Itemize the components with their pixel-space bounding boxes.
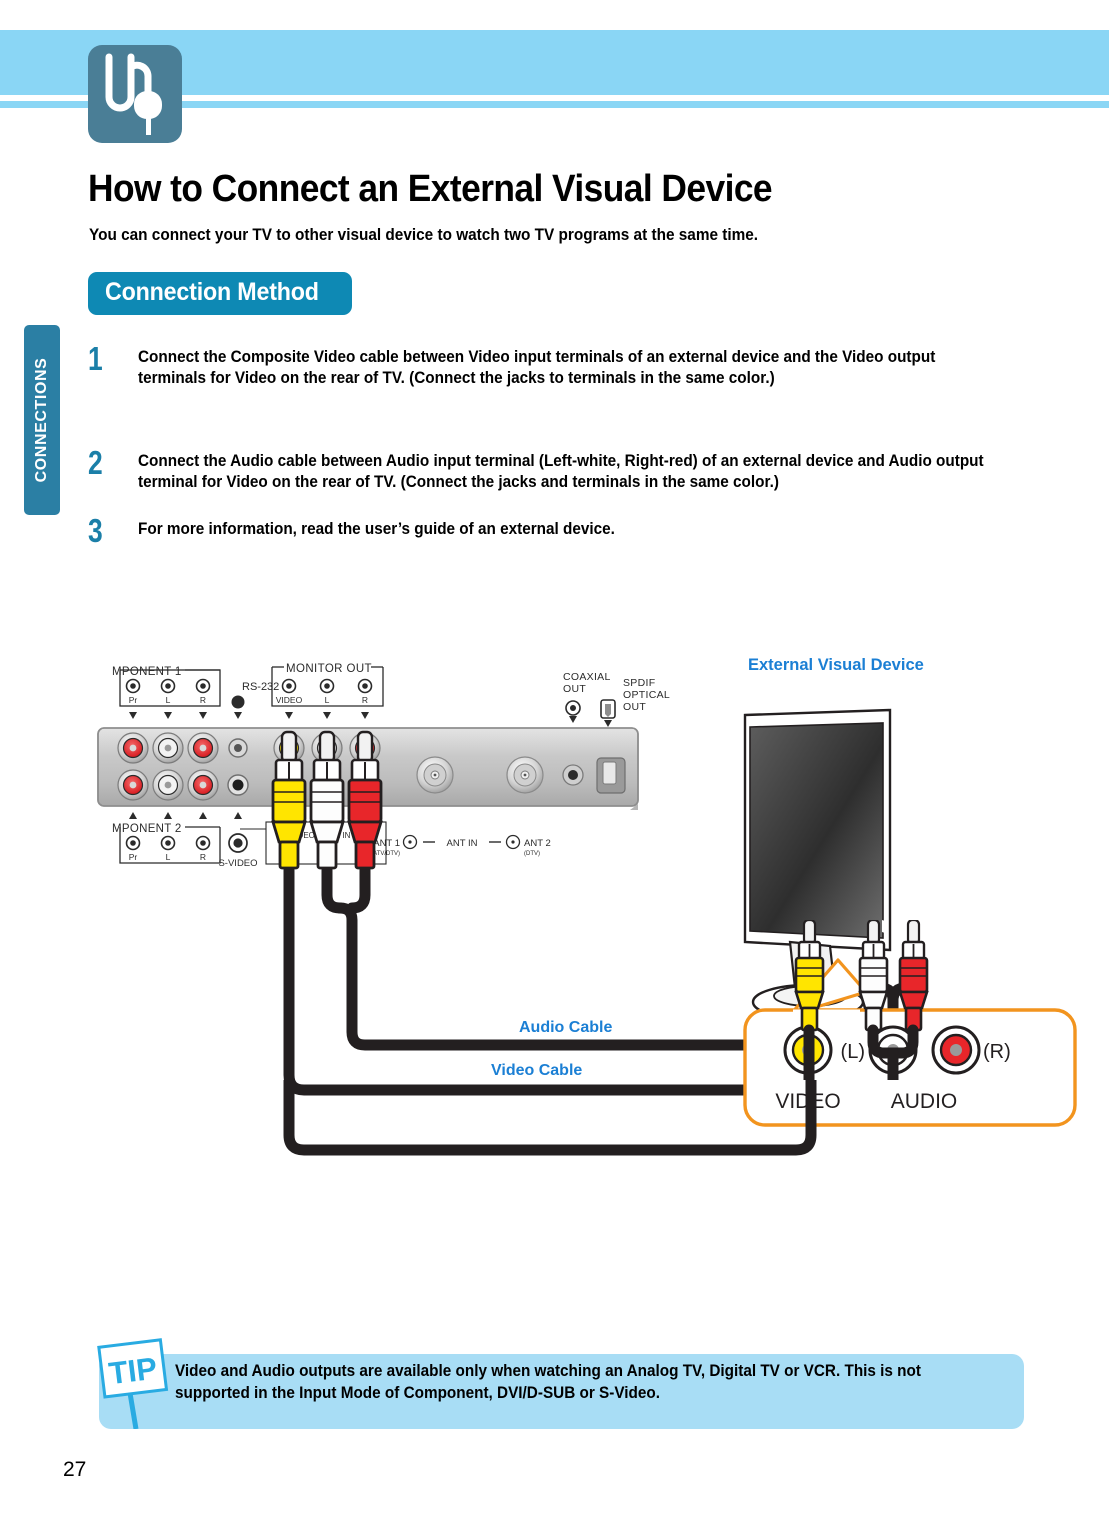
coaxial-out-label-1: COAXIAL xyxy=(563,671,611,683)
section-badge-label: Connection Method xyxy=(105,278,319,306)
jack-label-r: R xyxy=(200,695,206,705)
ant-in-label: ANT IN xyxy=(447,838,478,849)
monitor-out-label-group: MONITOR OUT VIDEO L R xyxy=(271,663,384,719)
svg-text:TIP: TIP xyxy=(107,1351,159,1392)
svideo-label: S-VIDEO xyxy=(218,858,257,869)
sidebar-tab-label: CONNECTIONS xyxy=(33,357,50,483)
coaxial-spdif-label-group: COAXIAL OUT SPDIF OPTICAL OUT xyxy=(563,671,670,727)
jack-label-pr: Pr xyxy=(129,852,138,862)
section-badge: Connection Method xyxy=(88,272,352,315)
step-number: 1 xyxy=(88,340,103,377)
step-text: For more information, read the user’s gu… xyxy=(138,520,615,538)
jack-label-r: R xyxy=(200,852,206,862)
rca-plug-audio-right-device-graphic xyxy=(898,918,929,1032)
audio-left-stub xyxy=(321,864,346,914)
spdif-label-2: OPTICAL xyxy=(623,689,670,701)
step-text: Connect the Audio cable between Audio in… xyxy=(138,452,984,492)
monitor-out-label: MONITOR OUT xyxy=(286,663,372,675)
spdif-label-3: OUT xyxy=(623,701,646,713)
cable-paths-lower xyxy=(283,1064,817,1156)
device-plugs xyxy=(775,918,955,1086)
ant1-sublabel: (ATV/DTV) xyxy=(371,851,400,857)
power-plug-icon xyxy=(88,45,182,143)
component1-label: MPONENT 1 xyxy=(112,666,182,678)
component2-label-group: MPONENT 2 Pr L R xyxy=(112,812,242,864)
page-title: How to Connect an External Visual Device xyxy=(88,168,773,210)
svideo-label-group: S-VIDEO xyxy=(218,833,258,869)
step-number: 2 xyxy=(88,444,103,481)
tip-sign-icon: TIP xyxy=(96,1337,176,1430)
audio-cable-label: Audio Cable xyxy=(519,1019,613,1036)
ant-in-label-group: ANT 1 (ATV/DTV) ANT IN ANT 2 (DTV) xyxy=(371,834,551,857)
page-number: 27 xyxy=(63,1458,87,1481)
video-cable-lower xyxy=(283,1064,817,1156)
ant2-label: ANT 2 xyxy=(524,838,551,849)
external-device-title: External Visual Device xyxy=(748,656,924,674)
rca-plug-audio-left-device-graphic xyxy=(858,918,889,1032)
coaxial-out-label-2: OUT xyxy=(563,683,586,695)
spdif-label-1: SPDIF xyxy=(623,677,655,689)
step-text: Connect the Composite Video cable betwee… xyxy=(138,348,936,388)
jack-label-r: R xyxy=(362,695,368,705)
sidebar-tab-connections[interactable]: CONNECTIONS xyxy=(24,325,60,515)
tip-text: Video and Audio outputs are available on… xyxy=(175,1362,921,1403)
video-cable-label: Video Cable xyxy=(491,1062,583,1079)
jack-label-l: L xyxy=(325,695,330,705)
jack-label-l: L xyxy=(166,695,171,705)
rca-plug-video-device-graphic xyxy=(794,918,825,1032)
audio-right-stub xyxy=(346,864,371,914)
cable-run-overlay xyxy=(90,898,1100,1340)
page-subtitle: You can connect your TV to other visual … xyxy=(89,226,759,244)
rs232-label: RS-232 xyxy=(242,681,279,693)
step-number: 3 xyxy=(88,512,103,549)
jack-label-video: VIDEO xyxy=(276,695,303,705)
tv-side-plugs xyxy=(271,730,383,870)
ant1-label: ANT 1 xyxy=(373,838,400,849)
component1-label-group: MPONENT 1 Pr L R xyxy=(112,666,221,719)
jack-label-pr: Pr xyxy=(129,695,138,705)
audio-right-marker: (R) xyxy=(983,1041,1011,1063)
ant2-sublabel: (DTV) xyxy=(524,851,540,857)
jack-label-l: L xyxy=(166,852,171,862)
component2-label: MPONENT 2 xyxy=(112,823,182,835)
